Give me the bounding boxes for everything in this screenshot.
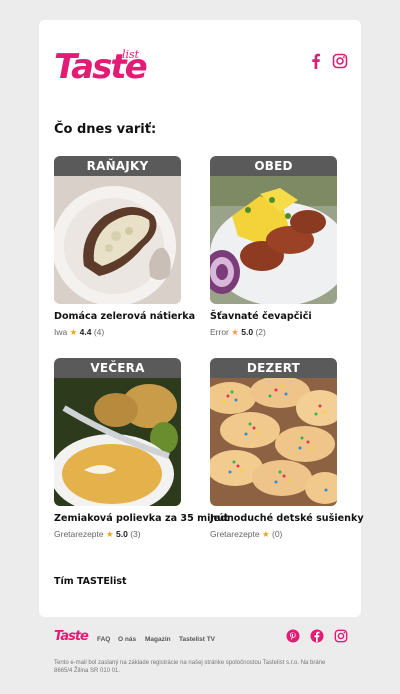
footer-link-about[interactable]: O nás (118, 636, 136, 643)
recipe-title[interactable]: Šťavnaté čevapčiči (210, 311, 337, 322)
category-label: OBED (210, 156, 337, 176)
recipe-title[interactable]: Jednoduché detské sušienky (210, 513, 364, 524)
rating-value: 4.4 (79, 327, 92, 337)
rating-count: (2) (255, 327, 266, 337)
instagram-icon[interactable] (332, 53, 348, 69)
recipe-image[interactable]: VEČERA (54, 358, 181, 506)
star-icon: ★ (106, 529, 114, 539)
facebook-icon[interactable] (310, 629, 324, 643)
recipe-card[interactable]: OBED Šťavnaté čevapčiči Error ★ 5.0 (2) (210, 156, 337, 338)
recipe-meta: Gretarezepte ★ (0) (210, 529, 337, 540)
rating-count: (3) (130, 529, 141, 539)
category-label: RAŇAJKY (54, 156, 181, 176)
star-icon: ★ (231, 327, 239, 337)
recipe-image[interactable]: RAŇAJKY (54, 156, 181, 304)
section-heading: Čo dnes variť: (54, 122, 157, 137)
recipe-card[interactable]: RAŇAJKY Domáca zelerová nátierka Iwa ★ 4… (54, 156, 195, 338)
category-label: DEZERT (210, 358, 337, 378)
rating-value: 5.0 (241, 327, 254, 337)
rating-count: (0) (272, 529, 283, 539)
recipe-author: Gretarezepte (210, 529, 260, 539)
recipe-meta: Gretarezepte ★ 5.0 (3) (54, 529, 181, 540)
rating-value: 5.0 (116, 529, 128, 539)
recipe-card[interactable]: DEZERT Jednoduché detské sušienky Gretar… (210, 358, 364, 540)
potato-soup-photo (54, 378, 181, 506)
logo-sub: list (122, 48, 140, 61)
star-icon: ★ (262, 529, 270, 539)
facebook-icon[interactable] (308, 53, 324, 69)
recipe-image[interactable]: OBED (210, 156, 337, 304)
recipe-title[interactable]: Zemiaková polievka za 35 minút (54, 513, 229, 524)
category-label: VEČERA (54, 358, 181, 378)
cevapcici-photo (210, 176, 337, 304)
recipe-image[interactable]: DEZERT (210, 358, 337, 506)
signature: Tím TASTElist (54, 576, 127, 587)
recipe-author: Iwa (54, 327, 68, 337)
celery-spread-photo (54, 176, 181, 304)
recipe-meta: Iwa ★ 4.4 (4) (54, 327, 181, 338)
rating-count: (4) (93, 327, 105, 337)
star-icon: ★ (69, 327, 78, 337)
instagram-icon[interactable] (334, 629, 348, 643)
cookies-photo (210, 378, 337, 506)
recipe-author: Error (210, 327, 229, 337)
recipe-title[interactable]: Domáca zelerová nátierka (54, 311, 195, 322)
footer-logo[interactable]: Taste (54, 629, 89, 644)
footer-link-faq[interactable]: FAQ (97, 636, 110, 643)
recipe-card[interactable]: VEČERA Zemiaková polievka za 35 minút Gr… (54, 358, 229, 540)
email-card: Taste list Čo dnes variť: RAŇAJKY Domáca… (39, 20, 364, 617)
tastelist-logo[interactable]: Taste list (54, 48, 149, 86)
recipe-meta: Error ★ 5.0 (2) (210, 327, 337, 338)
footer-link-magazine[interactable]: Magazín (145, 636, 171, 643)
recipe-author: Gretarezepte (54, 529, 104, 539)
pinterest-icon[interactable] (286, 629, 300, 643)
footer-fine-print: Tento e-mail bol zaslaný na základe regi… (54, 660, 326, 674)
footer-link-tv[interactable]: Tastelist TV (179, 636, 215, 643)
